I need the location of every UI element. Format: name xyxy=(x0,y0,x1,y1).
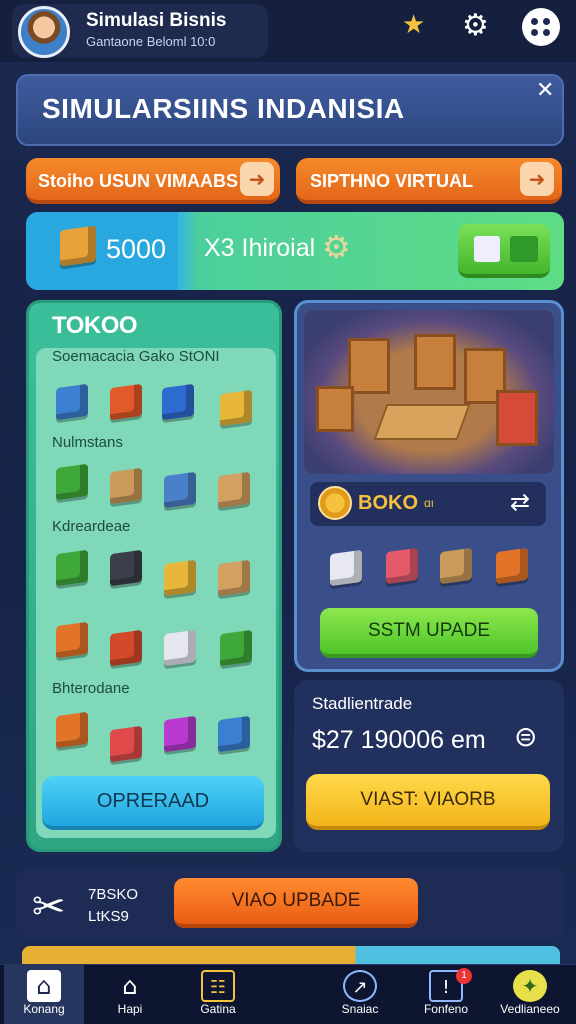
shelf xyxy=(414,334,456,390)
star-icon: ✦ xyxy=(513,970,547,1002)
stats-title: Stadlientrade xyxy=(312,694,413,713)
product-box[interactable] xyxy=(164,471,196,509)
progress-strip xyxy=(22,946,560,964)
category-label: Kdreardeae xyxy=(52,518,131,535)
shop-icon: ⌂ xyxy=(122,972,138,1000)
product-box[interactable] xyxy=(164,559,196,597)
shelf xyxy=(496,390,538,446)
upgrade-line-1: 7BSKO xyxy=(88,886,139,903)
store-title: TOKOO xyxy=(52,312,138,339)
menu-icon[interactable] xyxy=(522,8,560,46)
tools-icon: ✂ xyxy=(32,884,66,930)
upgrade-button[interactable]: VIAO UPBADE xyxy=(174,878,418,928)
counter xyxy=(373,404,471,440)
banner-title: SIMULARSIINS INDANISIA xyxy=(42,93,405,124)
coins-icon: ⊜ xyxy=(514,720,538,753)
nav-item-calendar[interactable]: ☷ Gatina xyxy=(178,964,258,1024)
product-box[interactable] xyxy=(218,715,250,753)
home-icon: ⌂ xyxy=(27,970,61,1002)
app-subtitle: Gantaone Beloml 10:0 xyxy=(86,34,216,49)
notification-badge: 1 xyxy=(456,968,472,984)
upgrade-item[interactable] xyxy=(496,547,528,585)
swap-icon[interactable]: ⇄ xyxy=(510,488,530,516)
product-box[interactable] xyxy=(110,467,142,505)
product-box[interactable] xyxy=(56,549,88,587)
money-value: 5000 xyxy=(106,234,167,264)
nav-item-home[interactable]: ⌂ Konang xyxy=(4,964,84,1024)
product-box[interactable] xyxy=(220,629,252,667)
product-box[interactable] xyxy=(218,471,250,509)
cash-icon xyxy=(60,225,96,267)
product-box[interactable] xyxy=(164,629,196,667)
operate-button[interactable]: OPRERAAD xyxy=(42,776,264,830)
product-box[interactable] xyxy=(164,715,196,753)
nav-label: Fonfeno xyxy=(423,1002,469,1016)
upgrade-item[interactable] xyxy=(330,549,362,587)
compass-icon: ↗ xyxy=(343,970,377,1002)
avatar[interactable] xyxy=(18,6,70,58)
arrow-right-icon: ➜ xyxy=(240,162,274,196)
store-subtitle: Soemacacia Gako StONI xyxy=(52,348,220,365)
product-box[interactable] xyxy=(110,549,142,587)
nav-item-shop[interactable]: ⌂ Hapi xyxy=(90,964,170,1024)
category-label: Nulmstans xyxy=(52,434,123,451)
coin-label: BOKO xyxy=(358,492,418,514)
calendar-icon: ☷ xyxy=(201,970,235,1002)
close-icon[interactable]: ✕ xyxy=(536,78,554,103)
cash-stack-icon xyxy=(510,236,538,262)
cog-icon: ⚙ xyxy=(322,228,351,266)
nav-item-compass[interactable]: ↗ Snaiac xyxy=(320,964,400,1024)
product-box[interactable] xyxy=(110,629,142,667)
arrow-right-icon: ➜ xyxy=(520,162,554,196)
nav-item-tasks[interactable]: ! 1 Fonfeno xyxy=(406,964,486,1024)
category-label: Bhterodane xyxy=(52,680,130,697)
shelf xyxy=(348,338,390,394)
upgrade-item[interactable] xyxy=(440,547,472,585)
product-box[interactable] xyxy=(56,711,88,749)
nav-item-rewards[interactable]: ✦ Vedlianeeo xyxy=(490,964,570,1024)
shelf xyxy=(316,386,354,432)
nav-label: Hapi xyxy=(117,1002,143,1016)
upgrade-line-2: LtKS9 xyxy=(88,908,129,925)
income-rate: X3 Ihiroial xyxy=(204,234,316,262)
visit-button[interactable]: VIAST: VIAORB xyxy=(306,774,550,830)
product-box[interactable] xyxy=(56,383,88,421)
product-box[interactable] xyxy=(110,383,142,421)
coin-tag: ɑı xyxy=(424,496,435,510)
product-box[interactable] xyxy=(110,725,142,763)
virtual-shop-label: SIPTHNO VIRTUAL xyxy=(310,171,474,191)
upgrade-item[interactable] xyxy=(386,547,418,585)
product-box[interactable] xyxy=(56,621,88,659)
product-box[interactable] xyxy=(220,389,252,427)
system-upgrade-button[interactable]: SSTM UPADE xyxy=(320,608,538,658)
stats-value: $27 190006 em xyxy=(312,726,486,754)
app-title: Simulasi Bisnis xyxy=(86,10,227,31)
product-box[interactable] xyxy=(218,559,250,597)
trophy-icon[interactable]: ★ xyxy=(402,10,425,40)
nav-label: Gatina xyxy=(200,1002,236,1016)
nav-label: Konang xyxy=(23,1002,65,1016)
nav-label: Vedlianeeo xyxy=(500,1002,560,1016)
coin-icon xyxy=(318,486,352,520)
start-business-label: Stoiho USUN VIMAABS xyxy=(38,171,238,191)
product-box[interactable] xyxy=(56,463,88,501)
product-box[interactable] xyxy=(162,383,194,421)
nav-label: Snaiac xyxy=(341,1002,379,1016)
register-icon xyxy=(474,236,500,262)
gear-icon[interactable]: ⚙ xyxy=(462,8,489,43)
